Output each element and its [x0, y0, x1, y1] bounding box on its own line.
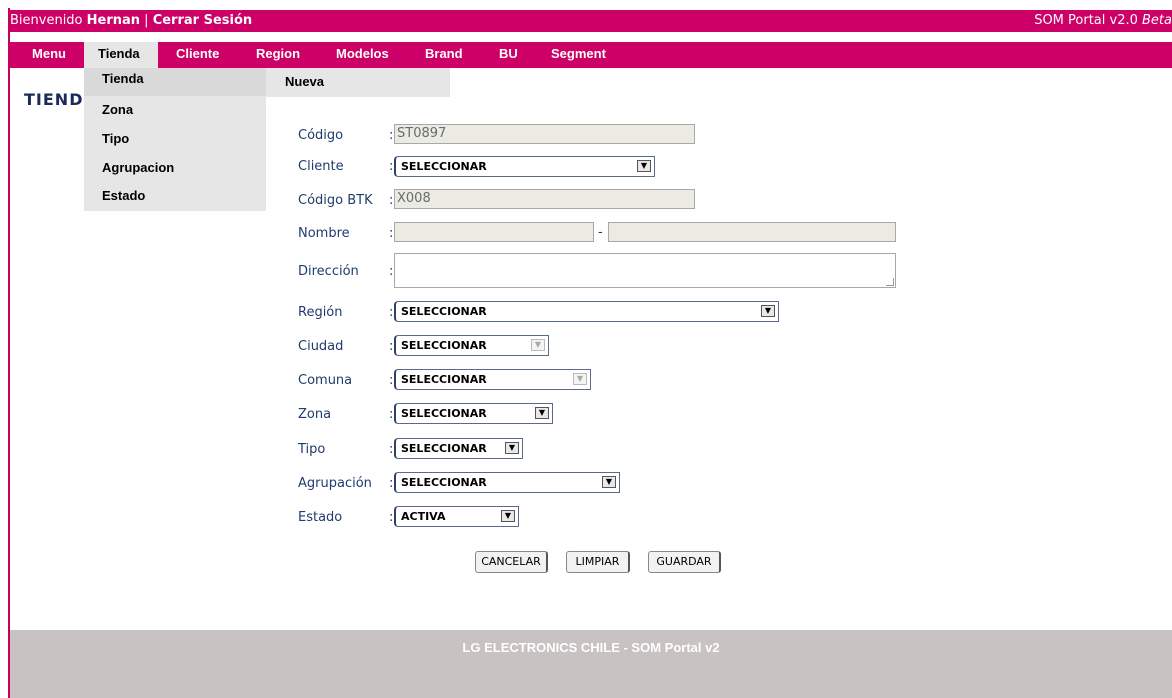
colon: :	[389, 510, 394, 525]
zona-select-value: SELECCIONAR	[401, 407, 487, 420]
nav-menu[interactable]: Menu	[24, 42, 74, 68]
version-text: SOM Portal v2.0	[1034, 13, 1143, 28]
colon: :	[389, 128, 394, 143]
colon: :	[389, 339, 394, 354]
estado-select[interactable]: ACTIVA ▼	[394, 506, 519, 527]
region-label: Región	[298, 305, 343, 320]
version-label: SOM Portal v2.0 Beta	[1034, 10, 1172, 32]
nav-segment[interactable]: Segment	[551, 42, 606, 68]
chevron-down-icon: ▼	[573, 373, 587, 385]
colon: :	[389, 264, 394, 279]
nav-modelos[interactable]: Modelos	[336, 42, 389, 68]
agrupacion-label: Agrupación	[298, 476, 372, 491]
codigo-label: Código	[298, 128, 344, 143]
colon: :	[389, 159, 394, 174]
region-select[interactable]: SELECCIONAR ▼	[394, 301, 779, 322]
ciudad-select-value: SELECCIONAR	[401, 339, 487, 352]
codigo-field[interactable]: ST0897	[394, 124, 695, 144]
chevron-down-icon: ▼	[535, 407, 549, 419]
cancel-button[interactable]: CANCELAR	[475, 551, 548, 573]
colon: :	[389, 407, 394, 422]
tienda-dropdown-menu: Tienda Zona Tipo Agrupacion Estado	[84, 68, 266, 211]
clear-button[interactable]: LIMPIAR	[566, 551, 630, 573]
nav-cliente[interactable]: Cliente	[176, 42, 219, 68]
nombre-field-1[interactable]	[394, 222, 594, 242]
colon: :	[389, 476, 394, 491]
dropdown-item-zona[interactable]: Zona	[102, 102, 133, 117]
nav-brand[interactable]: Brand	[425, 42, 463, 68]
submenu-item-nueva[interactable]: Nueva	[285, 74, 324, 89]
chevron-down-icon: ▼	[505, 442, 519, 454]
tipo-select[interactable]: SELECCIONAR ▼	[394, 438, 523, 459]
cliente-select[interactable]: SELECCIONAR ▼	[394, 156, 655, 177]
cliente-select-value: SELECCIONAR	[401, 160, 487, 173]
chevron-down-icon: ▼	[501, 510, 515, 522]
resize-grip-icon[interactable]	[886, 278, 894, 286]
comuna-select[interactable]: SELECCIONAR ▼	[394, 369, 591, 390]
welcome-text: Bienvenido Hernan | Cerrar Sesión	[10, 10, 252, 32]
page-title: TIEND	[24, 90, 84, 109]
region-select-value: SELECCIONAR	[401, 305, 487, 318]
footer-text: LG ELECTRONICS CHILE - SOM Portal v2	[462, 640, 720, 655]
dropdown-item-tienda[interactable]: Tienda	[84, 68, 266, 96]
nombre-field-2[interactable]	[608, 222, 896, 242]
footer: LG ELECTRONICS CHILE - SOM Portal v2	[10, 630, 1172, 698]
comuna-label: Comuna	[298, 373, 353, 388]
ciudad-label: Ciudad	[298, 339, 344, 354]
logout-link[interactable]: Cerrar Sesión	[153, 13, 252, 28]
agrupacion-select[interactable]: SELECCIONAR ▼	[394, 472, 620, 493]
nav-tienda[interactable]: Tienda	[84, 42, 158, 68]
zona-select[interactable]: SELECCIONAR ▼	[394, 403, 553, 424]
nombre-dash: -	[598, 225, 603, 240]
direccion-label: Dirección	[298, 264, 359, 279]
separator: |	[140, 13, 153, 28]
comuna-select-value: SELECCIONAR	[401, 373, 487, 386]
colon: :	[389, 193, 394, 208]
welcome-prefix: Bienvenido	[10, 13, 87, 28]
estado-select-value: ACTIVA	[401, 510, 446, 523]
estado-label: Estado	[298, 510, 343, 525]
agrupacion-select-value: SELECCIONAR	[401, 476, 487, 489]
dropdown-item-estado[interactable]: Estado	[102, 188, 145, 203]
nav-bu[interactable]: BU	[499, 42, 518, 68]
colon: :	[389, 305, 394, 320]
top-bar: Bienvenido Hernan | Cerrar Sesión SOM Po…	[10, 10, 1172, 32]
chevron-down-icon: ▼	[761, 305, 775, 317]
codigo-btk-label: Código BTK	[298, 193, 373, 208]
colon: :	[389, 373, 394, 388]
version-tag: Beta	[1142, 13, 1172, 28]
direccion-textarea[interactable]	[394, 253, 896, 288]
colon: :	[389, 226, 394, 241]
nombre-label: Nombre	[298, 226, 350, 241]
cliente-label: Cliente	[298, 159, 344, 174]
save-button[interactable]: GUARDAR	[648, 551, 721, 573]
chevron-down-icon: ▼	[531, 339, 545, 351]
user-name: Hernan	[86, 13, 141, 28]
zona-label: Zona	[298, 407, 332, 422]
tipo-label: Tipo	[298, 442, 326, 457]
main-nav: Menu Tienda Cliente Region Modelos Brand…	[10, 42, 1172, 68]
chevron-down-icon: ▼	[602, 476, 616, 488]
dropdown-item-agrupacion[interactable]: Agrupacion	[102, 160, 174, 175]
ciudad-select[interactable]: SELECCIONAR ▼	[394, 335, 549, 356]
dropdown-item-tipo[interactable]: Tipo	[102, 131, 129, 146]
codigo-btk-field[interactable]: X008	[394, 189, 695, 209]
colon: :	[389, 442, 394, 457]
submenu: Nueva	[266, 68, 450, 97]
nav-region[interactable]: Region	[256, 42, 300, 68]
tipo-select-value: SELECCIONAR	[401, 442, 487, 455]
chevron-down-icon: ▼	[637, 160, 651, 172]
